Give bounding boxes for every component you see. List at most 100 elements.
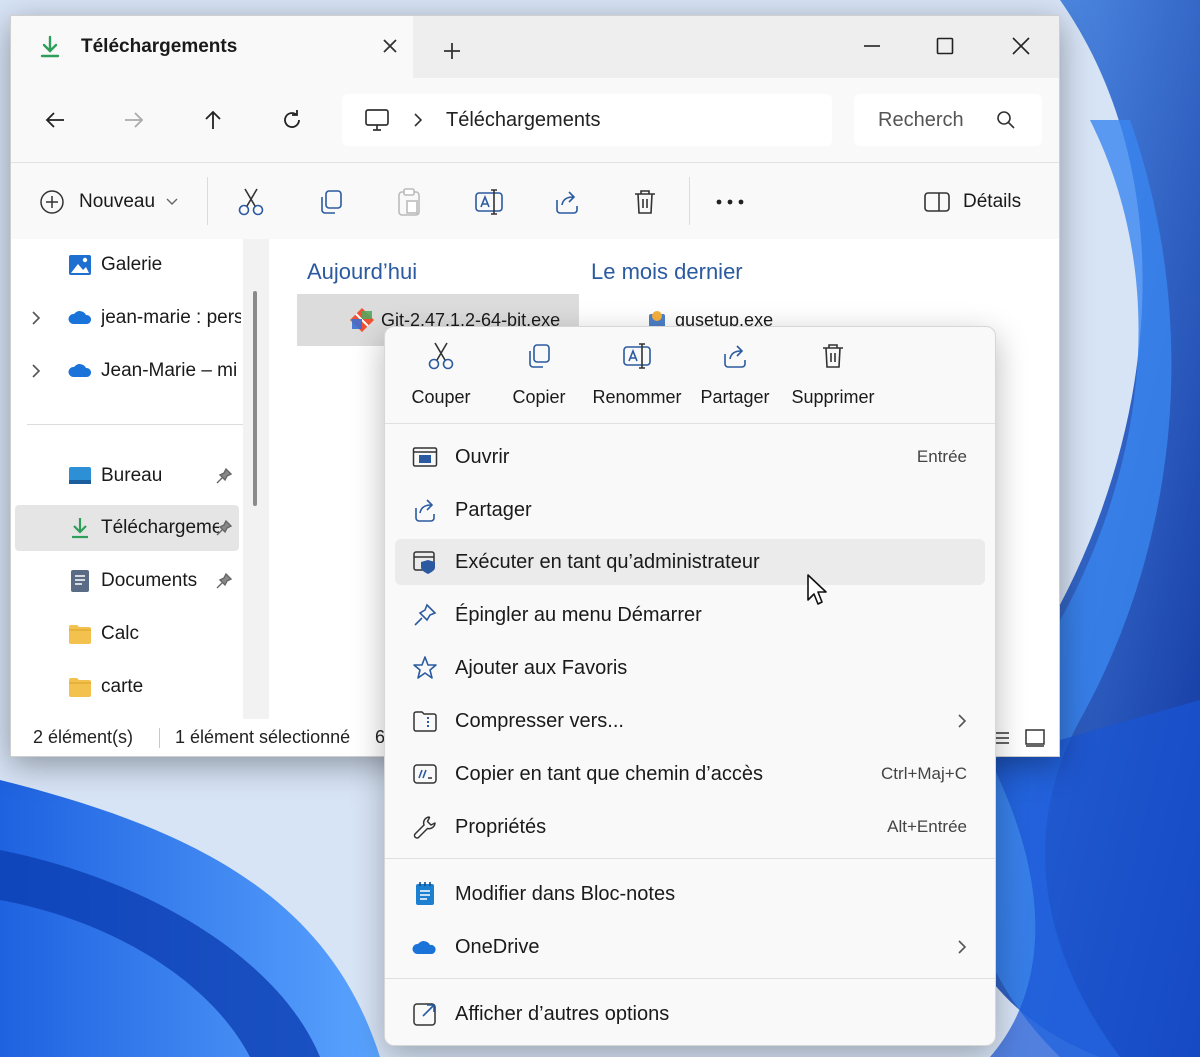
desktop-icon — [69, 467, 91, 484]
download-icon — [40, 35, 60, 58]
quick-action-label: Supprimer — [791, 387, 875, 407]
address-bar[interactable]: Téléchargements — [342, 94, 832, 146]
delete-icon — [823, 344, 843, 368]
maximize-button[interactable] — [925, 26, 965, 66]
menu-item-properties[interactable]: Propriétés Alt+Entrée — [395, 804, 985, 850]
details-pane-icon — [924, 192, 950, 212]
maximize-icon — [936, 37, 954, 55]
pin-icon[interactable] — [215, 467, 233, 485]
computer-icon — [365, 109, 389, 131]
pin-icon[interactable] — [215, 572, 233, 590]
toolbar-separator — [207, 177, 208, 225]
refresh-button[interactable] — [274, 102, 310, 138]
menu-item-copy-path[interactable]: Copier en tant que chemin d’accès Ctrl+M… — [395, 751, 985, 797]
tab-downloads[interactable]: Téléchargements — [11, 16, 413, 78]
group-heading-last-month: Le mois dernier — [591, 259, 743, 284]
share-icon — [556, 191, 578, 214]
copy-button[interactable] — [317, 185, 345, 219]
forward-button[interactable] — [116, 102, 152, 138]
zip-icon — [413, 711, 437, 732]
new-button[interactable]: Nouveau — [39, 185, 179, 219]
quick-action-label: Copier — [512, 387, 566, 407]
search-box[interactable]: Recherch — [854, 94, 1042, 146]
menu-item-add-favorites[interactable]: Ajouter aux Favoris — [395, 645, 985, 691]
sidebar-item-label: jean-marie : personnel — [101, 307, 241, 328]
new-tab-icon[interactable] — [441, 40, 463, 62]
address-path: Téléchargements — [446, 108, 601, 131]
selection-count: 1 élément sélectionné — [175, 727, 351, 747]
menu-item-open[interactable]: Ouvrir Entrée — [395, 434, 985, 480]
command-bar: Nouveau Détails — [11, 162, 1059, 240]
chevron-right-icon[interactable] — [31, 363, 41, 379]
toolbar-separator — [689, 177, 690, 225]
quick-action-share[interactable]: Partager — [687, 339, 783, 425]
sidebar-scrollbar-thumb[interactable] — [253, 291, 257, 506]
onedrive-icon — [412, 941, 436, 954]
copy-path-icon — [413, 764, 437, 784]
chevron-right-icon[interactable] — [31, 310, 41, 326]
more-options-button[interactable] — [715, 185, 745, 219]
search-icon — [997, 111, 1015, 129]
sidebar-item-desktop[interactable]: Bureau — [11, 453, 243, 499]
sidebar-item-label: Téléchargements — [101, 517, 219, 538]
menu-item-label: Ouvrir — [455, 445, 510, 468]
delete-button[interactable] — [632, 185, 658, 219]
quick-action-label: Couper — [411, 387, 471, 407]
arrow-left-icon — [45, 112, 64, 128]
more-options-icon — [413, 1003, 436, 1026]
menu-divider — [385, 978, 995, 979]
quick-action-delete[interactable]: Supprimer — [785, 339, 881, 425]
sidebar-item-onedrive-personal[interactable]: jean-marie : personnel — [11, 295, 243, 341]
menu-item-label: Partager — [455, 498, 532, 521]
admin-shield-icon — [413, 551, 435, 574]
rename-button[interactable] — [474, 185, 504, 219]
quick-action-copy[interactable]: Copier — [491, 339, 587, 425]
menu-item-share[interactable]: Partager — [395, 487, 985, 533]
rename-icon — [623, 343, 651, 369]
gallery-icon — [69, 255, 91, 275]
tiles-view-icon[interactable] — [1024, 728, 1046, 748]
sidebar-item-gallery[interactable]: Galerie — [11, 242, 243, 288]
sidebar-item-downloads[interactable]: Téléchargements — [15, 505, 239, 551]
close-window-button[interactable] — [1001, 26, 1041, 66]
menu-item-label: Ajouter aux Favoris — [455, 656, 628, 679]
sidebar-item-label: Jean-Marie – mi — [101, 360, 238, 381]
sidebar-item-label: carte — [101, 676, 144, 697]
menu-item-compress[interactable]: Compresser vers... — [395, 698, 985, 744]
menu-item-notepad[interactable]: Modifier dans Bloc-notes — [395, 871, 985, 917]
mouse-cursor-icon — [807, 574, 827, 605]
new-label: Nouveau — [79, 191, 156, 212]
back-button[interactable] — [37, 102, 73, 138]
quick-action-rename[interactable]: Renommer — [589, 339, 685, 425]
menu-item-pin-start[interactable]: Épingler au menu Démarrer — [395, 592, 985, 638]
details-label: Détails — [963, 191, 1022, 212]
sidebar-item-label: Calc — [101, 623, 140, 644]
sidebar-item-onedrive-business[interactable]: Jean-Marie – mi — [11, 348, 243, 394]
pin-icon[interactable] — [215, 519, 233, 537]
paste-button[interactable] — [395, 185, 423, 219]
minimize-button[interactable] — [852, 26, 892, 66]
context-menu: Couper Copier Renommer Partager Supprime… — [384, 326, 996, 1046]
close-icon — [1012, 37, 1030, 55]
menu-item-run-as-admin[interactable]: Exécuter en tant qu’administrateur — [395, 539, 985, 585]
cut-icon — [238, 188, 264, 216]
title-bar: Téléchargements — [11, 16, 1059, 78]
sidebar-item-carte[interactable]: carte — [11, 664, 243, 710]
close-tab-icon[interactable] — [379, 35, 401, 57]
cut-button[interactable] — [237, 185, 265, 219]
up-button[interactable] — [195, 102, 231, 138]
tab-title: Téléchargements — [81, 36, 238, 57]
details-button[interactable]: Détails — [923, 185, 1021, 219]
wrench-icon — [413, 816, 436, 839]
download-icon — [72, 518, 88, 539]
menu-item-label: Compresser vers... — [455, 709, 624, 732]
refresh-icon — [284, 110, 300, 128]
quick-action-cut[interactable]: Couper — [393, 339, 489, 425]
menu-item-more-options[interactable]: Afficher d’autres options — [395, 991, 985, 1037]
share-button[interactable] — [553, 185, 581, 219]
sidebar-item-documents[interactable]: Documents — [11, 558, 243, 604]
pin-icon — [414, 603, 437, 626]
sidebar-item-calc[interactable]: Calc — [11, 611, 243, 657]
menu-item-onedrive[interactable]: OneDrive — [395, 924, 985, 970]
menu-item-shortcut: Alt+Entrée — [887, 817, 967, 836]
